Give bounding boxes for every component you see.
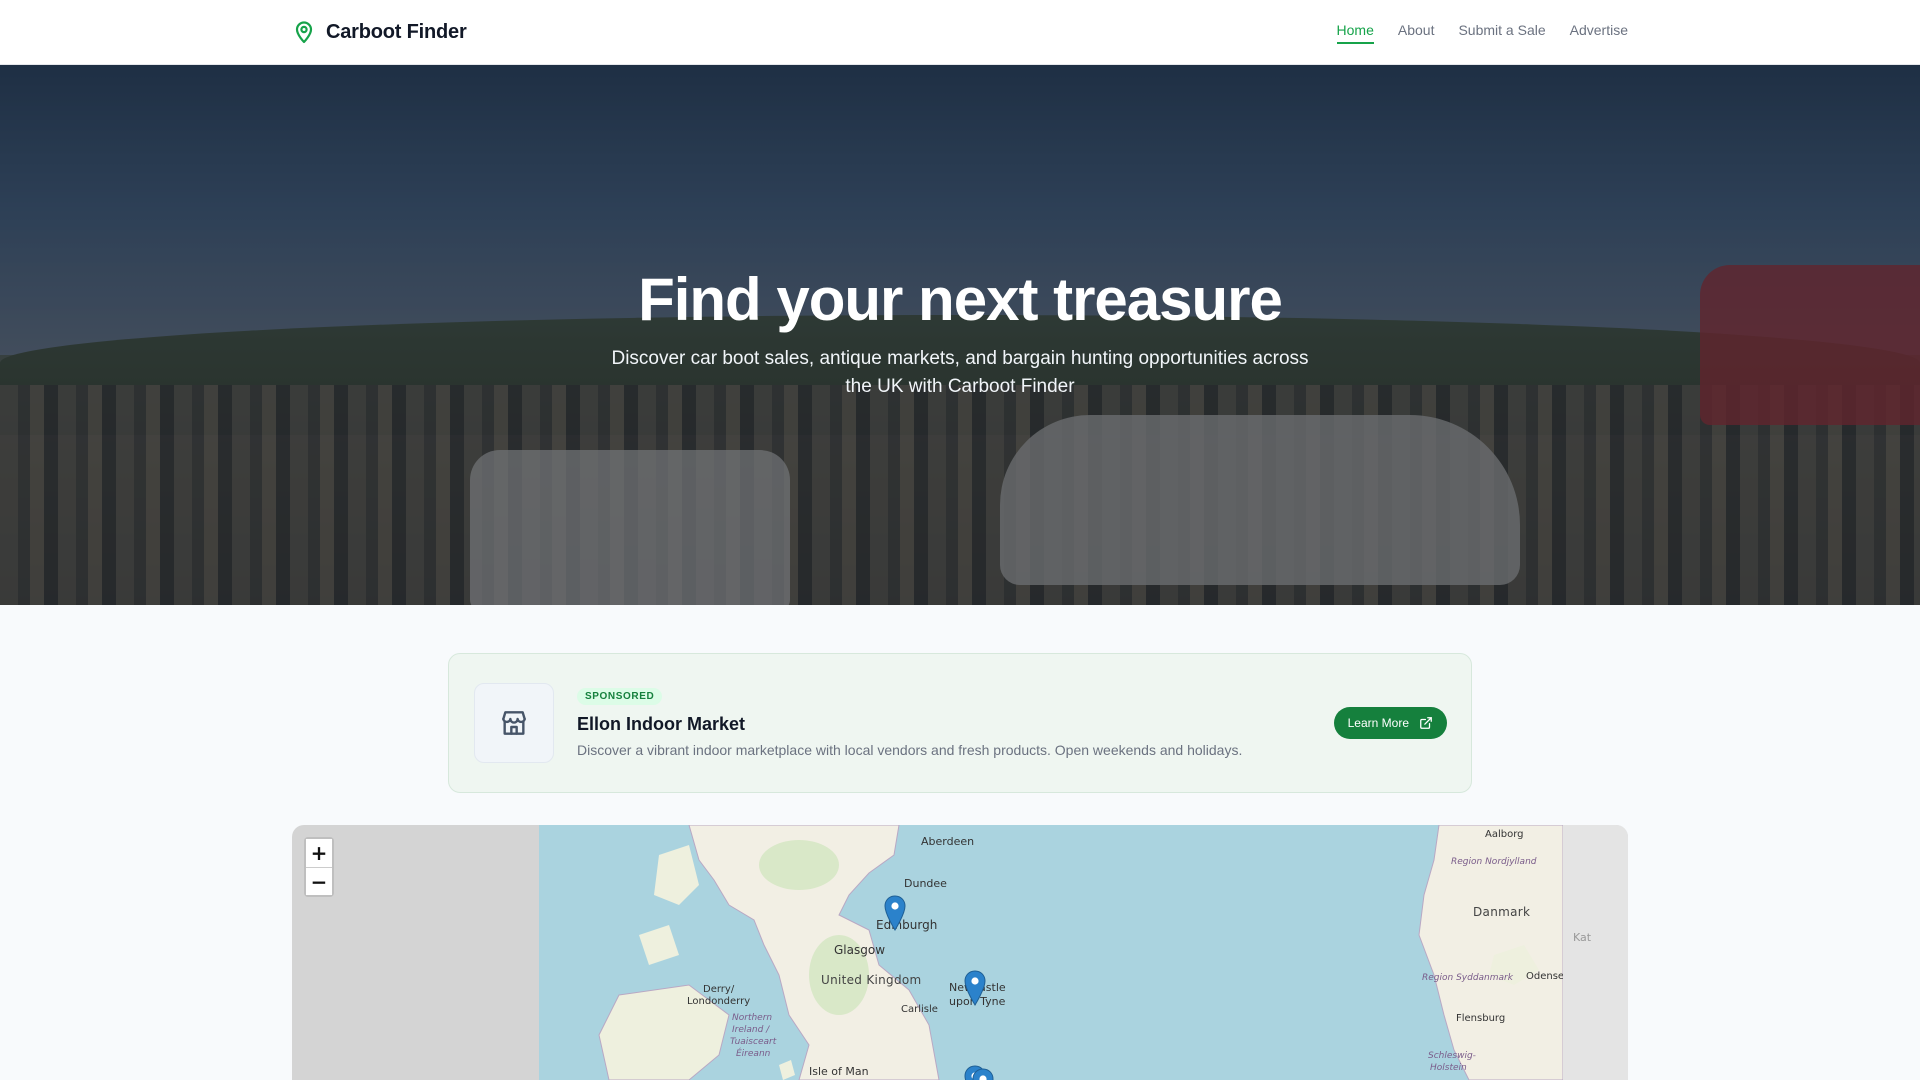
brand-name: Carboot Finder [326, 20, 467, 43]
nav-submit-sale-link[interactable]: Submit a Sale [1458, 22, 1545, 44]
sponsored-title: Ellon Indoor Market [577, 714, 746, 734]
map-tiles-edge: Kat [1563, 825, 1628, 1080]
map-marker-newcastle[interactable] [964, 970, 986, 1006]
map-marker-north-england-2[interactable] [972, 1068, 994, 1080]
sales-map[interactable]: Aberdeen Dundee Edinburgh Glasgow United… [292, 825, 1628, 1080]
map-label-carlisle: Carlisle [901, 1004, 938, 1015]
sponsored-card: SPONSORED Ellon Indoor Market Discover a… [448, 653, 1472, 793]
hero-title: Find your next treasure [638, 266, 1283, 333]
top-navbar: Carboot Finder Home About Submit a Sale … [0, 0, 1920, 65]
map-label-united-kingdom: United Kingdom [821, 973, 922, 987]
map-label-glasgow: Glasgow [834, 943, 886, 957]
nav-advertise-link[interactable]: Advertise [1570, 22, 1628, 44]
hero-overlay [0, 65, 1920, 605]
map-label-region-syddanmark: Region Syddanmark [1422, 973, 1513, 983]
map-label-kat: Kat [1573, 931, 1592, 944]
brand-logo[interactable]: Carboot Finder [292, 20, 467, 44]
sponsored-description: Discover a vibrant indoor marketplace wi… [577, 742, 1243, 758]
map-label-schleswig-2: Holstein [1430, 1063, 1467, 1073]
map-label-region-nordjylland: Region Nordjylland [1451, 857, 1537, 867]
map-label-derry-2: Londonderry [687, 996, 751, 1007]
learn-more-label: Learn More [1347, 716, 1409, 730]
map-label-ni-2: Ireland / [732, 1025, 770, 1035]
map-label-odense: Odense [1526, 971, 1563, 982]
zoom-out-button[interactable]: − [306, 867, 332, 895]
hero-subtitle: Discover car boot sales, antique markets… [611, 348, 1309, 397]
map-marker-edinburgh[interactable] [884, 895, 906, 931]
map-land-shapes [598, 825, 1563, 1080]
sponsored-badge: SPONSORED [577, 688, 663, 705]
map-label-ni-3: Tuaisceart [730, 1037, 777, 1047]
nav-about-link[interactable]: About [1398, 22, 1435, 44]
learn-more-button[interactable]: Learn More [1333, 707, 1447, 739]
external-link-icon [1420, 717, 1432, 729]
map-label-ni-1: Northern [732, 1013, 773, 1023]
store-icon [474, 683, 554, 763]
zoom-in-button[interactable]: + [306, 839, 332, 867]
hero-banner: Find your next treasure Discover car boo… [0, 65, 1920, 605]
map-label-derry-1: Derry/ [703, 984, 735, 995]
map-label-aalborg: Aalborg [1485, 829, 1524, 840]
nav-home-link[interactable]: Home [1336, 22, 1374, 44]
main-nav: Home About Submit a Sale Advertise [1336, 22, 1628, 44]
map-label-dundee: Dundee [904, 877, 947, 890]
map-label-aberdeen: Aberdeen [921, 835, 975, 848]
map-label-isle-of-man: Isle of Man [809, 1065, 869, 1078]
map-label-flensburg: Flensburg [1456, 1013, 1506, 1024]
map-zoom-control: + − [304, 837, 334, 897]
map-tiles[interactable]: Aberdeen Dundee Edinburgh Glasgow United… [539, 825, 1563, 1080]
map-label-ni-4: Éireann [736, 1049, 771, 1059]
map-pin-icon [295, 21, 313, 44]
map-label-schleswig-1: Schleswig- [1428, 1051, 1476, 1061]
map-label-danmark: Danmark [1473, 905, 1531, 919]
